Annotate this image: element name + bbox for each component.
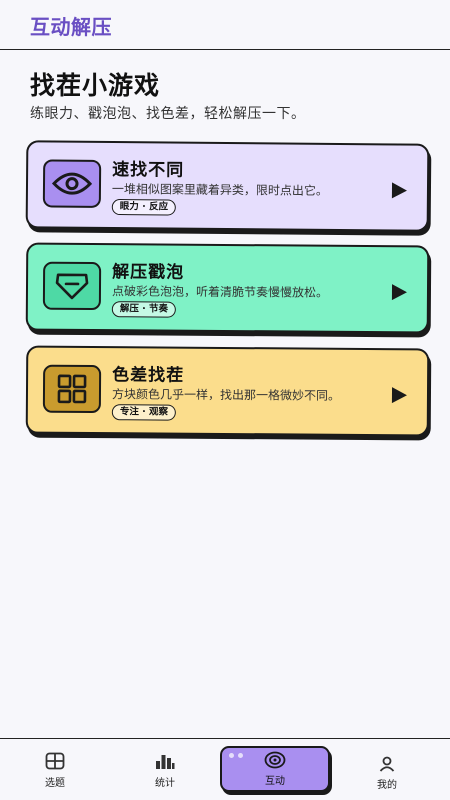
game-tag: 专注 · 观察 (111, 404, 177, 421)
game-description: 点破彩色泡泡，听着清脆节奏慢慢放松。 (111, 284, 329, 300)
game-name: 解压戳泡 (112, 262, 185, 283)
grid-icon (45, 752, 65, 770)
grid-icon (42, 364, 102, 414)
bottom-tab-bar: 选题 统计 互动 我的 (0, 738, 450, 800)
decorative-dots (229, 753, 243, 758)
game-description: 方块颜色几乎一样，找出那一格微妙不同。 (111, 387, 341, 403)
game-description: 一堆相似图案里藏着异类，限时点出它。 (111, 181, 329, 198)
bar-chart-icon (156, 755, 175, 769)
game-card-spot-difference[interactable]: 速找不同 一堆相似图案里藏着异类，限时点出它。 眼力 · 反应 (25, 140, 430, 232)
tab-profile[interactable]: 我的 (332, 739, 442, 800)
play-icon[interactable] (391, 284, 408, 301)
tab-label: 互动 (265, 776, 285, 787)
game-card-color-diff[interactable]: 色差找茬 方块颜色几乎一样，找出那一格微妙不同。 专注 · 观察 (25, 345, 430, 437)
game-tag: 眼力 · 反应 (111, 198, 177, 216)
user-icon (379, 756, 395, 772)
play-icon[interactable] (391, 182, 408, 199)
tab-label: 选题 (45, 778, 65, 789)
game-name: 色差找茬 (112, 365, 185, 386)
play-icon[interactable] (391, 387, 408, 404)
page-title: 找茬小游戏 (30, 71, 161, 100)
game-name: 速找不同 (112, 159, 185, 181)
game-card-bubble-pop[interactable]: 解压戳泡 点破彩色泡泡，听着清脆节奏慢慢放松。 解压 · 节奏 (25, 242, 430, 334)
tab-statistics[interactable]: 统计 (110, 739, 220, 800)
app-title: 互动解压 (30, 15, 112, 39)
tab-label: 统计 (155, 778, 175, 789)
game-tag: 解压 · 节奏 (111, 301, 177, 318)
page-subtitle: 练眼力、戳泡泡、找色差，轻松解压一下。 (30, 106, 306, 122)
top-bar: 互动解压 (0, 0, 450, 50)
eye-icon (42, 159, 102, 208)
tab-label: 我的 (377, 780, 397, 791)
tab-select-topic[interactable]: 选题 (0, 739, 110, 800)
tab-interactive[interactable]: 互动 (220, 746, 330, 792)
gem-icon (42, 261, 102, 311)
target-icon (264, 751, 286, 769)
